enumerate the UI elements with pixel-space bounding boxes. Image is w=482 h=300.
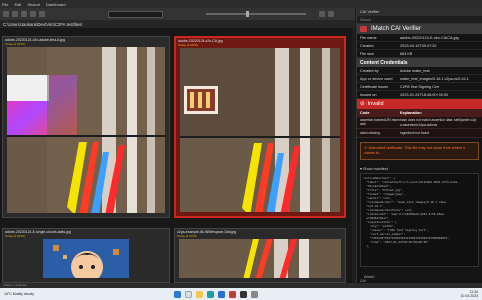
thumbnail-grid: adobe-20220124-c2c-adobe-test-A.jpg Toda… <box>0 28 352 283</box>
created-by-value: Adobe make_test <box>400 68 430 73</box>
file-size-row: File size 663 KB <box>357 50 482 58</box>
thumbnail-date: Today at 00:00 <box>5 42 25 46</box>
thumbnail-image <box>7 47 165 213</box>
taskbar-apps <box>174 290 258 298</box>
warning-text: Untrusted certificate. This file may not… <box>364 145 466 155</box>
terminal-icon[interactable] <box>240 290 247 298</box>
thumbnail-image <box>179 239 341 278</box>
menu-search[interactable]: Search <box>27 2 40 7</box>
code-column-header: Code <box>360 110 370 115</box>
clock-date: 10.04.2023 <box>460 294 478 298</box>
show-manifest-label: Show manifest <box>362 166 388 171</box>
panel-search-placeholder: Search <box>360 17 372 22</box>
app-value: make_test_images/0.16.1 c2pa-rs/0.16.1 <box>400 76 469 81</box>
error-code: assertion.hashedURI.mismatch <box>360 118 400 127</box>
error-icon: ⊘ <box>360 101 365 107</box>
file-explorer-icon[interactable] <box>196 290 203 298</box>
file-name-value: adobe-20220124-E-clm-CAICA.jpg <box>400 35 459 40</box>
photo-character-image <box>43 239 129 278</box>
imatch-icon[interactable] <box>229 290 236 298</box>
content-credentials-heading: Content Credentials <box>357 58 482 67</box>
weather-widget[interactable]: 16°C Mostly cloudy <box>4 292 44 296</box>
thumbnail-size-slider[interactable] <box>206 11 306 17</box>
imatch-logo-icon <box>360 26 367 32</box>
filter-icon[interactable] <box>328 11 334 17</box>
thumbnail-cell[interactable]: adobe-20220124-c2c-adobe-test-A.jpg Toda… <box>2 36 170 218</box>
photo-stripes-image <box>7 47 165 213</box>
file-name-key: File name <box>360 35 377 40</box>
created-by-row: Created by Adobe make_test <box>357 67 482 75</box>
start-icon[interactable] <box>174 290 181 298</box>
thumbnail-image <box>43 239 129 278</box>
app-row: App or device used make_test_images/0.16.… <box>357 75 482 83</box>
slider-handle[interactable] <box>246 11 249 17</box>
table-row: assertion.hashedURI.mismatch hash does n… <box>357 116 482 130</box>
invalid-status-bar: ⊘ Invalid <box>357 99 482 109</box>
search-icon[interactable] <box>185 290 192 298</box>
untrusted-certificate-warning: ⚠ Untrusted certificate. This file may n… <box>360 141 479 160</box>
panel-search-input[interactable]: Search <box>357 16 482 24</box>
thumbnail-cell-selected[interactable]: adobe-20220124-c2c-CA.jpg Today at 00:00 <box>174 36 346 218</box>
file-size-value: 663 KB <box>400 51 413 56</box>
home-icon[interactable] <box>21 11 27 17</box>
panel-header: CAI Verifier <box>357 8 482 16</box>
folder-path: C:\Users\Jankara\Dev\Vim\C2PA testfiles\ <box>3 21 83 27</box>
manifest-json-view[interactable]: "activeManifest": { "label": "contentaut… <box>360 172 479 267</box>
toolbar-search-input[interactable] <box>108 10 163 18</box>
show-manifest-toggle[interactable]: ▾ Show manifest <box>357 164 482 173</box>
file-name-row: File name adobe-20220124-E-clm-CAICA.jpg <box>357 34 482 42</box>
issuer-value: C2PA Test Signing Cert <box>400 84 440 89</box>
explanation-column-header: Explanation <box>400 110 422 115</box>
app-key: App or device used <box>360 76 393 81</box>
status-text: 4 files | 1 selected <box>3 283 27 287</box>
photo-stripes-image <box>180 48 340 212</box>
menu-bar: File Edit Search Dashboard <box>0 0 482 8</box>
menu-edit[interactable]: Edit <box>14 2 21 7</box>
verifier-title: IMatch CAI Verifier <box>371 26 422 32</box>
error-table-header: Code Explanation <box>357 109 482 117</box>
created-value: 2023-04-10T00:47:32 <box>400 43 437 48</box>
taskbar: 16°C Mostly cloudy 11:34 10.04.2023 <box>0 288 482 300</box>
issuer-row: Certificate issuer C2PA Test Signing Cert <box>357 83 482 91</box>
issued-on-key: Issued on <box>360 92 377 97</box>
thumbnail-date: Today at 00:00 <box>178 43 198 47</box>
forward-icon[interactable] <box>12 11 18 17</box>
back-icon[interactable] <box>3 11 9 17</box>
error-explanation: hash does not match assertion data: self… <box>400 118 477 127</box>
thumbnail-image <box>180 48 340 212</box>
taskbar-clock[interactable]: 11:34 10.04.2023 <box>460 290 478 298</box>
menu-dashboard[interactable]: Dashboard <box>46 2 66 7</box>
created-key: Created <box>360 43 374 48</box>
photo-stripes-image <box>179 239 341 278</box>
edge-icon[interactable] <box>207 290 214 298</box>
panel-header-label: CAI Verifier <box>360 10 380 14</box>
folder-icon[interactable] <box>30 11 36 17</box>
issuer-key: Certificate issuer <box>360 84 389 89</box>
file-size-key: File size <box>360 51 374 56</box>
mail-icon[interactable] <box>218 290 225 298</box>
created-by-key: Created by <box>360 68 379 73</box>
verifier-title-bar: IMatch CAI Verifier <box>357 24 482 34</box>
thumbnail-cell[interactable]: c2pa-example-8k-Whitespace-Dial.jpg Toda… <box>174 228 346 283</box>
thumbnail-date: Today at 00:00 <box>5 234 25 238</box>
thumbnail-cell[interactable]: adobe-20220124-E-single-clouds-stats.jpg… <box>2 228 170 283</box>
error-explanation: ingredient not found <box>400 130 430 135</box>
created-row: Created 2023-04-10T00:47:32 <box>357 42 482 50</box>
view-mode-icon[interactable] <box>319 11 325 17</box>
invalid-label: Invalid <box>367 101 384 107</box>
issued-on-value: 2023-01-24T18:46:00+00:00 <box>400 92 449 97</box>
toolbar <box>0 8 355 20</box>
thumbnail-date: Today at 00:00 <box>177 234 197 238</box>
settings-icon[interactable] <box>251 290 258 298</box>
table-row: claim.missing ingredient not found <box>357 129 482 138</box>
path-bar: C:\Users\Jankara\Dev\Vim\C2PA testfiles\ <box>0 20 355 28</box>
cai-verifier-panel: CAI Verifier Search IMatch CAI Verifier … <box>356 8 482 288</box>
issued-on-row: Issued on 2023-01-24T18:46:00+00:00 <box>357 91 482 99</box>
error-code: claim.missing <box>360 130 380 135</box>
refresh-icon[interactable] <box>39 11 45 17</box>
menu-file[interactable]: File <box>2 2 8 7</box>
